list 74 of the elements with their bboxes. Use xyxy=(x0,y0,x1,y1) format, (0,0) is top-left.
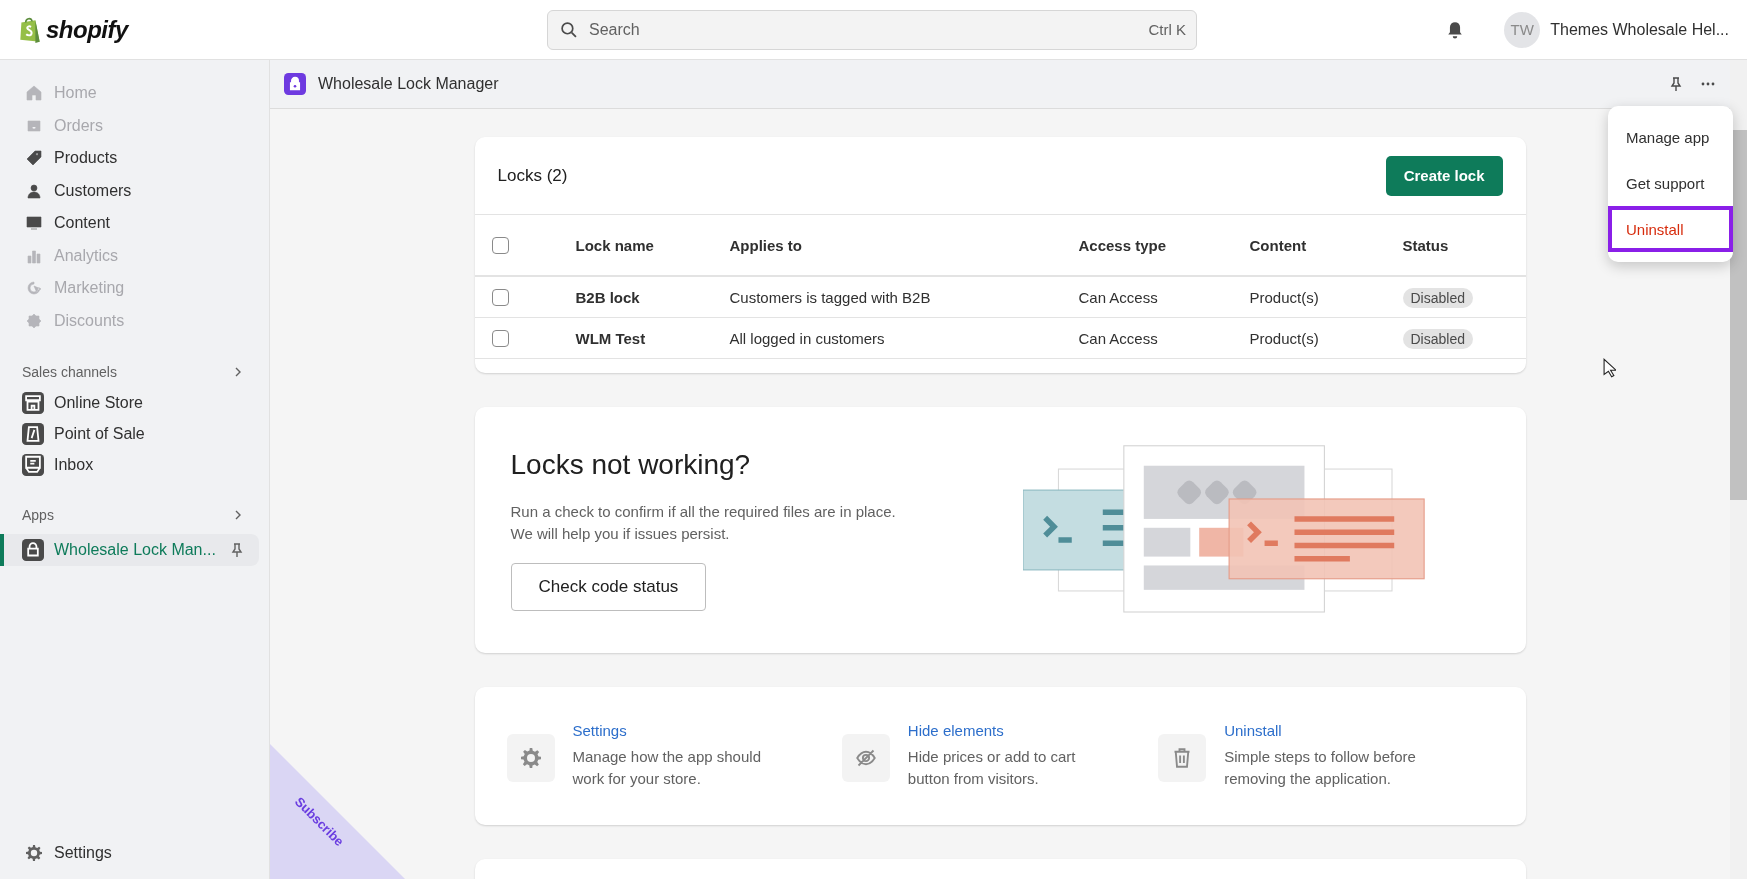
menu-item[interactable]: Get support xyxy=(1608,160,1733,206)
chevron-right-icon[interactable] xyxy=(233,510,243,520)
table-cell-text: Can Access xyxy=(1078,329,1159,347)
check-description: Run a check to confirm if all the required files are in place. We will help you if issues persist. xyxy=(510,502,897,544)
settings-link[interactable]: Settings xyxy=(0,836,269,869)
nav-icon xyxy=(26,85,42,102)
gear-icon xyxy=(26,844,42,861)
feature-description: Hide prices or add to cart button from visitors. xyxy=(907,747,1076,789)
feature-description: Manage how the app should work for your store. xyxy=(572,747,761,789)
lock-icon xyxy=(22,539,44,561)
checkbox[interactable] xyxy=(491,288,509,306)
nav-icon xyxy=(26,182,42,199)
feature-link[interactable]: Hide elements xyxy=(907,722,1004,739)
table-cell-text: Customers is tagged with B2B xyxy=(729,288,932,306)
feature-link[interactable]: Settings xyxy=(572,722,627,739)
app-item[interactable]: Wholesale Lock Man... xyxy=(0,534,259,566)
search-bar[interactable]: Search Ctrl K xyxy=(547,9,1197,50)
column-header: Applies to xyxy=(729,236,803,254)
mouse-cursor-icon xyxy=(1603,358,1616,378)
nav-icon xyxy=(26,280,42,297)
checkbox[interactable] xyxy=(491,236,509,254)
feature-icon xyxy=(1158,734,1207,782)
table-cell-text: Product(s) xyxy=(1249,288,1320,306)
check-code-button[interactable]: Check code status xyxy=(510,563,707,611)
shopping-bag-icon xyxy=(18,15,42,44)
channel-item[interactable]: Point of Sale xyxy=(0,418,269,449)
search-field[interactable]: Search xyxy=(587,19,1139,40)
section-heading[interactable]: Apps xyxy=(22,507,54,523)
scrollbar-thumb[interactable] xyxy=(1730,130,1747,500)
column-header: Content xyxy=(1249,236,1308,254)
checkbox[interactable] xyxy=(491,329,509,347)
nav-icon xyxy=(26,117,42,134)
feature-description: Simple steps to follow before removing the application. xyxy=(1224,747,1416,789)
create-lock-button[interactable]: Create lock xyxy=(1385,155,1503,196)
menu-item[interactable]: Manage app xyxy=(1608,114,1733,160)
table-cell-text: B2B lock xyxy=(575,288,641,306)
nav-item[interactable]: Content xyxy=(0,207,269,240)
channel-icon xyxy=(22,391,44,414)
channel-item[interactable]: Online Store xyxy=(0,387,269,418)
nav-icon xyxy=(26,215,42,232)
table-cell-text: Can Access xyxy=(1078,288,1159,306)
status-badge: Disabled xyxy=(1402,328,1473,349)
nav-icon xyxy=(26,247,42,264)
status-badge: Disabled xyxy=(1402,287,1473,308)
store-name[interactable]: Themes Wholesale Hel... xyxy=(1550,20,1729,39)
nav-icon xyxy=(26,150,42,167)
channel-icon xyxy=(22,422,44,445)
nav-icon xyxy=(26,312,42,329)
column-header: Lock name xyxy=(575,236,655,254)
chevron-right-icon[interactable] xyxy=(233,367,243,377)
check-title: Locks not working? xyxy=(510,449,752,481)
bell-icon[interactable] xyxy=(1446,20,1465,39)
app-lock-icon xyxy=(284,73,306,95)
menu-item[interactable]: Uninstall xyxy=(1608,206,1733,252)
feature-link[interactable]: Uninstall xyxy=(1224,722,1282,739)
section-heading[interactable]: Sales channels xyxy=(22,364,117,380)
channel-item[interactable]: Inbox xyxy=(0,449,269,480)
column-header: Access type xyxy=(1078,236,1168,254)
channel-icon xyxy=(22,453,44,476)
column-header: Status xyxy=(1402,236,1450,254)
feature-icon xyxy=(506,734,555,782)
feature-icon xyxy=(841,734,890,782)
search-icon xyxy=(560,21,577,38)
table-cell-text: WLM Test xyxy=(575,329,647,347)
card-title: Locks (2) xyxy=(497,165,568,186)
logo-wordmark[interactable]: shopify xyxy=(46,15,128,44)
table-cell-text: Product(s) xyxy=(1249,329,1320,347)
nav-item[interactable]: Products xyxy=(0,142,269,175)
table-cell-text: All logged in customers xyxy=(729,329,886,347)
nav-item[interactable]: Customers xyxy=(0,174,269,207)
app-title: Wholesale Lock Manager xyxy=(318,75,499,93)
pin-icon[interactable] xyxy=(1668,76,1684,92)
pin-icon[interactable] xyxy=(229,542,245,558)
shortcut-hint: Ctrl K xyxy=(1148,21,1186,38)
